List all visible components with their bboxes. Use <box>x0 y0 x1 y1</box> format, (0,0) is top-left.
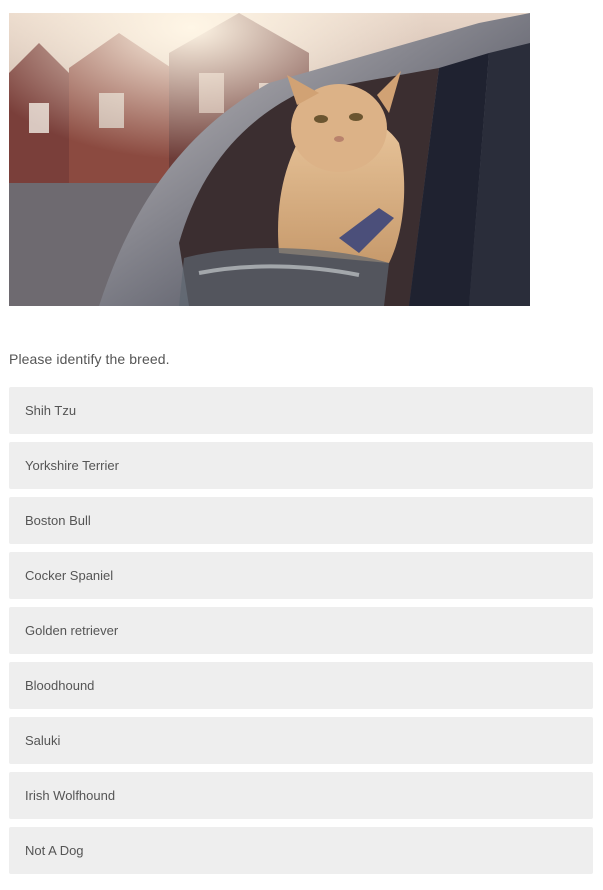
option-bloodhound[interactable]: Bloodhound <box>9 662 593 709</box>
question-image <box>9 13 530 306</box>
option-boston-bull[interactable]: Boston Bull <box>9 497 593 544</box>
option-irish-wolfhound[interactable]: Irish Wolfhound <box>9 772 593 819</box>
option-yorkshire-terrier[interactable]: Yorkshire Terrier <box>9 442 593 489</box>
option-shih-tzu[interactable]: Shih Tzu <box>9 387 593 434</box>
option-saluki[interactable]: Saluki <box>9 717 593 764</box>
option-not-a-dog[interactable]: Not A Dog <box>9 827 593 874</box>
option-cocker-spaniel[interactable]: Cocker Spaniel <box>9 552 593 599</box>
question-prompt: Please identify the breed. <box>9 351 170 367</box>
cat-in-car-photo <box>9 13 530 306</box>
option-golden-retriever[interactable]: Golden retriever <box>9 607 593 654</box>
answer-options: Shih Tzu Yorkshire Terrier Boston Bull C… <box>9 387 593 882</box>
